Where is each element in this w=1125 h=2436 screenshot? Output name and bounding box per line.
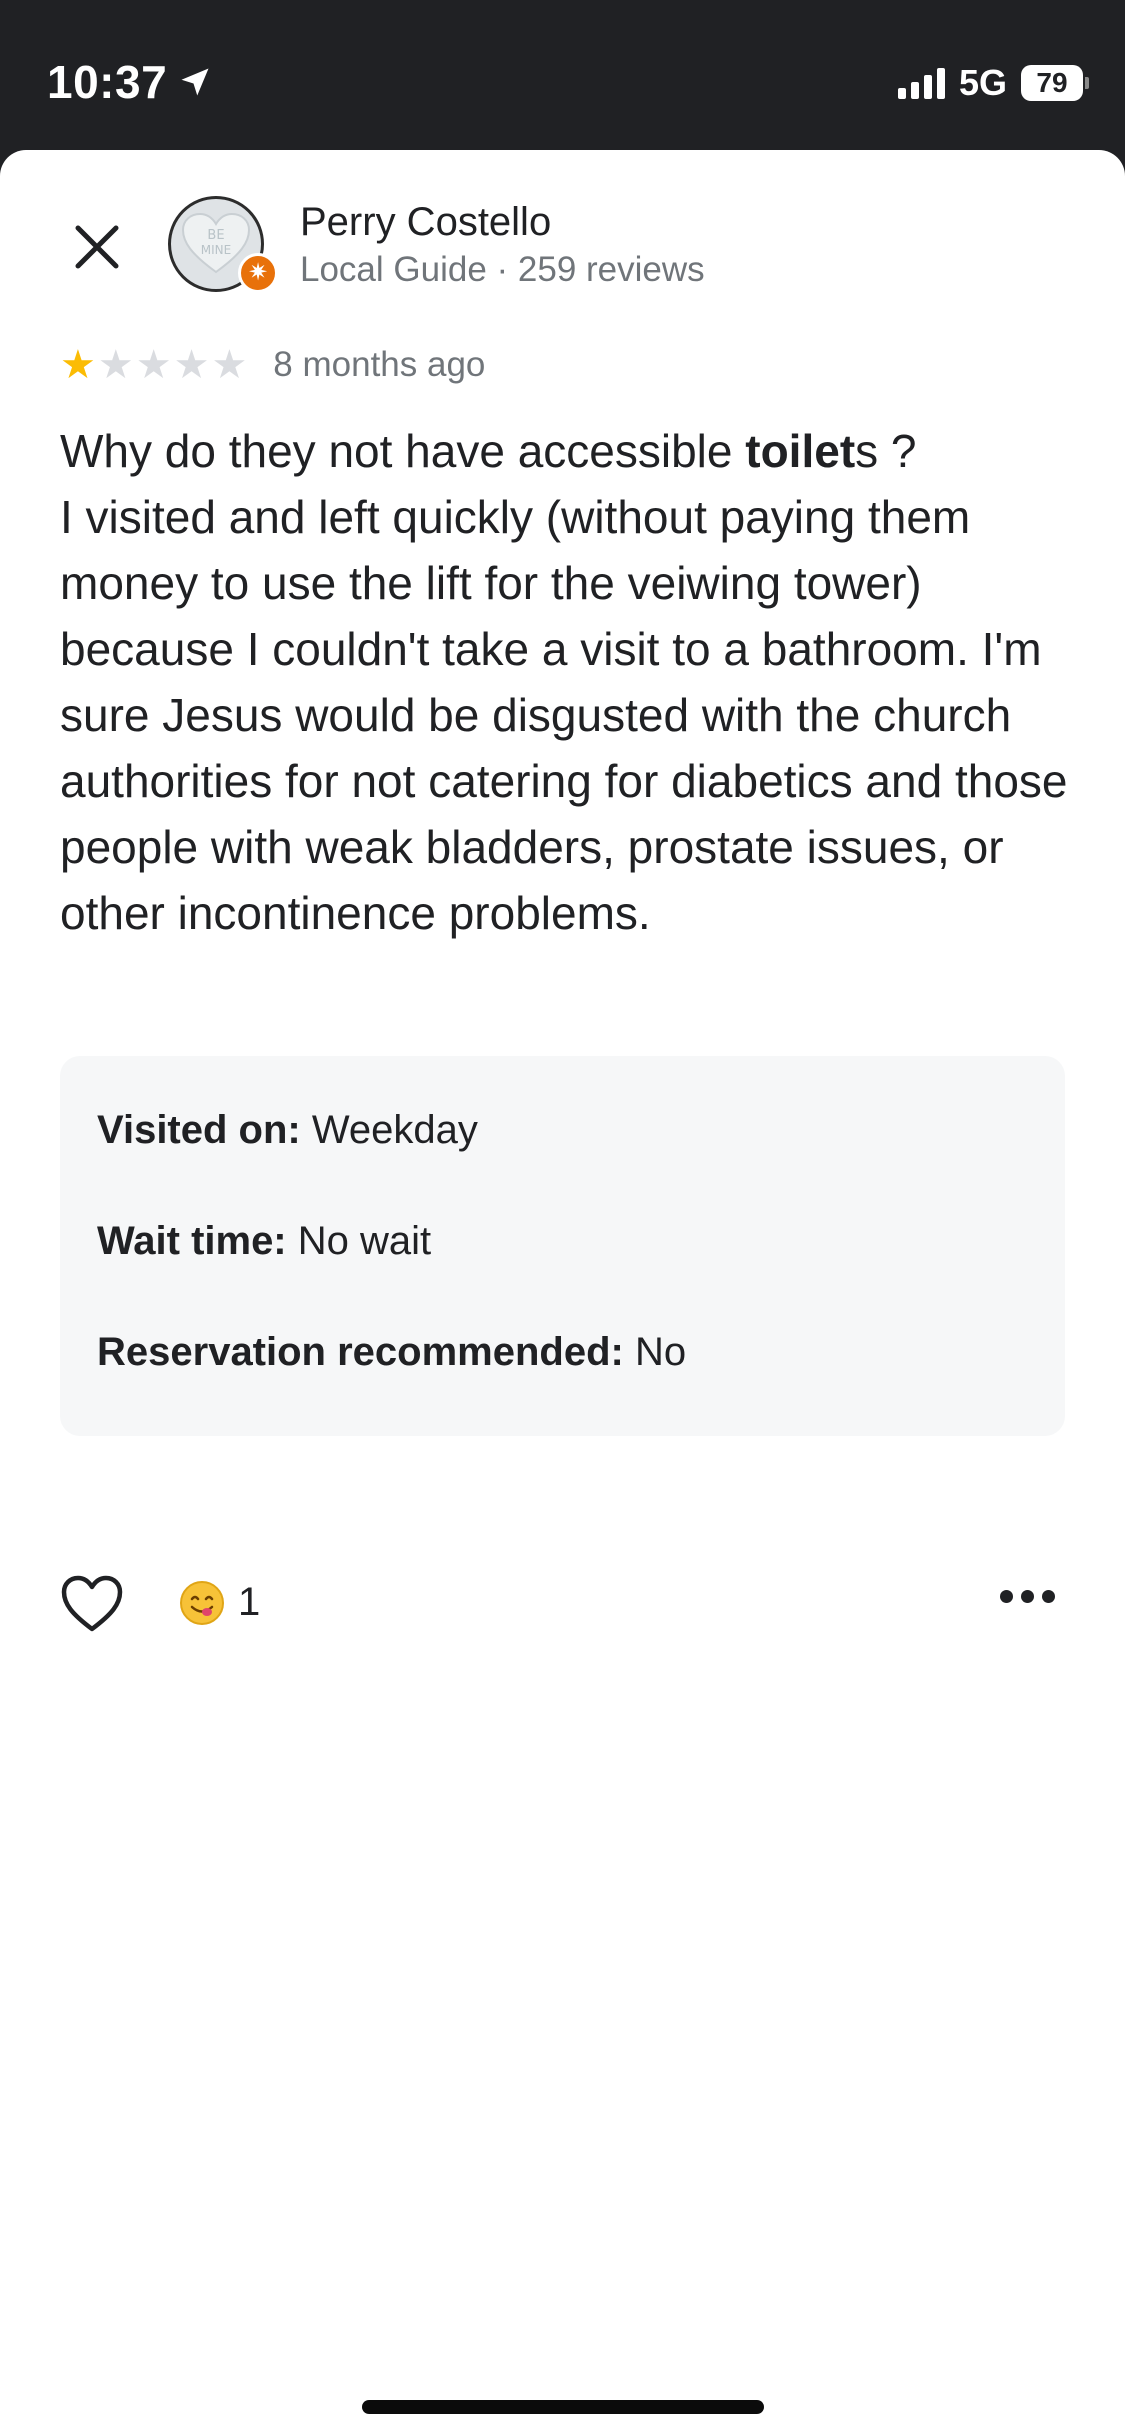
reviewer-name[interactable]: Perry Costello [300,200,551,245]
reviewer-meta: Local Guide · 259 reviews [300,250,705,289]
reaction-count: 1 [238,1580,261,1624]
star-empty-icon: ★ [211,343,248,387]
review-sheet: BE MINE ✷ Perry Costello Local Guide · 2… [0,150,1125,2436]
star-filled-icon: ★ [60,343,96,387]
detail-label: Reservation recommended: [97,1330,624,1374]
battery-icon: 79 [1021,65,1089,101]
review-text: Why do they not have accessible toilets … [60,418,1070,946]
svg-text:MINE: MINE [201,243,231,257]
detail-label: Visited on: [97,1108,301,1152]
yum-face-emoji-icon [180,1580,224,1625]
review-text-part: s ? I visited and left quickly (without … [60,425,1068,939]
like-button[interactable] [60,1574,124,1634]
star-empty-icon: ★ [97,343,134,387]
battery-level: 79 [1021,65,1083,101]
status-time-text: 10:37 [47,56,168,108]
close-icon [75,225,119,269]
review-actions: 1 [60,1570,1065,1640]
detail-reservation: Reservation recommended: No [97,1330,686,1375]
review-date: 8 months ago [273,345,486,384]
detail-value: No [623,1330,687,1374]
reaction-summary[interactable]: 1 [180,1580,260,1625]
cellular-signal-icon [897,67,945,99]
star-empty-icon: ★ [173,343,210,387]
star-rating: ★ ★ ★ ★ ★ [60,345,247,385]
svg-text:BE: BE [207,228,224,243]
status-time: 10:37 [47,55,213,109]
detail-label: Wait time: [97,1219,287,1263]
detail-value: No wait [286,1219,432,1263]
network-type: 5G [958,62,1007,103]
status-bar: 10:37 5G 79 [0,0,1125,150]
location-arrow-icon [181,68,209,96]
more-horizontal-icon [1000,1590,1013,1603]
detail-visited-on: Visited on: Weekday [97,1108,478,1153]
detail-wait-time: Wait time: No wait [97,1219,431,1264]
star-empty-icon: ★ [135,343,172,387]
detail-value: Weekday [300,1108,478,1152]
close-button[interactable] [62,212,132,282]
review-text-highlight: toilet [745,425,856,477]
visit-details-card: Visited on: Weekday Wait time: No wait R… [60,1056,1065,1436]
rating-row: ★ ★ ★ ★ ★ 8 months ago [60,345,485,385]
local-guide-badge-icon: ✷ [238,253,278,293]
status-indicators: 5G 79 [897,62,1089,104]
more-options-button[interactable] [1000,1590,1055,1603]
home-indicator[interactable] [362,2400,764,2414]
review-text-part: Why do they not have accessible [60,425,746,477]
heart-outline-icon [61,1575,123,1632]
